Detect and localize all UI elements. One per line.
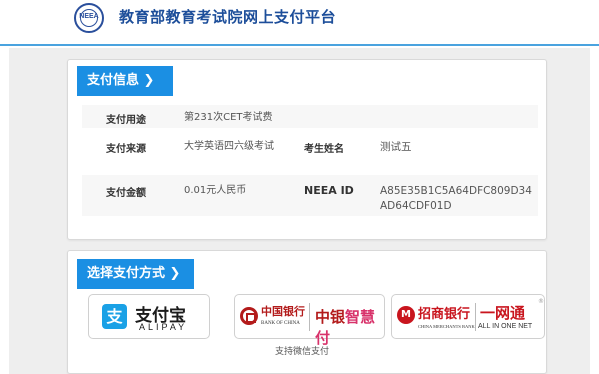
divider: [475, 303, 476, 331]
candidate-name-label: 考生姓名: [304, 144, 344, 155]
onenet-en-name: ALL IN ONE NET: [478, 323, 533, 330]
neea-logo-icon: NEEA: [74, 3, 104, 33]
registered-mark: ®: [538, 298, 544, 305]
site-title: 教育部教育考试院网上支付平台: [119, 8, 337, 26]
alipay-icon: 支: [102, 304, 127, 329]
boc-button[interactable]: 中国银行 BANK OF CHINA 中银智慧付: [234, 294, 385, 347]
onenet-logo: 一网通: [480, 304, 526, 322]
amount-value: 0.01元人民币: [184, 185, 247, 196]
payment-method-card: 选择支付方式 ❯ 支 支付宝 ALIPAY 中国银行 BANK OF CHINA…: [67, 250, 547, 374]
info-row-amount: 支付金额 0.01元人民币 NEEA ID A85E35B1C5A64DFC80…: [82, 175, 538, 216]
purpose-label: 支付用途: [106, 115, 146, 126]
source-value: 大学英语四六级考试: [184, 141, 274, 152]
alipay-en-name: ALIPAY: [139, 322, 188, 332]
wechat-support-note: 支持微信支付: [275, 347, 330, 357]
cmb-en-name: CHINA MERCHANTS BANK: [418, 324, 475, 329]
bank-of-china-icon: [240, 307, 258, 325]
boc-en-name: BANK OF CHINA: [261, 321, 300, 326]
payment-info-header: 支付信息 ❯: [77, 66, 173, 96]
cmb-icon: M: [397, 306, 415, 324]
payment-info-card: 支付信息 ❯ 支付用途 第231次CET考试费 支付来源 大学英语四六级考试 考…: [67, 59, 547, 240]
neea-id-label: NEEA ID: [304, 184, 354, 197]
amount-label: 支付金额: [106, 188, 146, 199]
info-row-source: 支付来源 大学英语四六级考试 考生姓名 测试五: [82, 134, 538, 169]
boc-smart-pay-logo: 中银智慧付: [315, 308, 376, 347]
candidate-name-value: 测试五: [380, 141, 412, 153]
logo-text: NEEA: [79, 13, 99, 20]
info-row-purpose: 支付用途 第231次CET考试费: [82, 105, 538, 128]
payment-method-header: 选择支付方式 ❯: [77, 259, 194, 289]
boc-name: 中国银行: [261, 305, 305, 318]
alipay-button[interactable]: 支 支付宝 ALIPAY: [88, 294, 210, 339]
cmb-name: 招商银行: [418, 307, 471, 322]
header: NEEA 教育部教育考试院网上支付平台: [0, 0, 599, 46]
cmb-button[interactable]: M 招商银行 CHINA MERCHANTS BANK 一网通 ALL IN O…: [391, 294, 545, 339]
purpose-value: 第231次CET考试费: [184, 112, 273, 123]
neea-id-value: A85E35B1C5A64DFC809D34AD64CDF01D: [380, 185, 532, 212]
divider: [309, 303, 310, 331]
source-label: 支付来源: [106, 144, 146, 155]
